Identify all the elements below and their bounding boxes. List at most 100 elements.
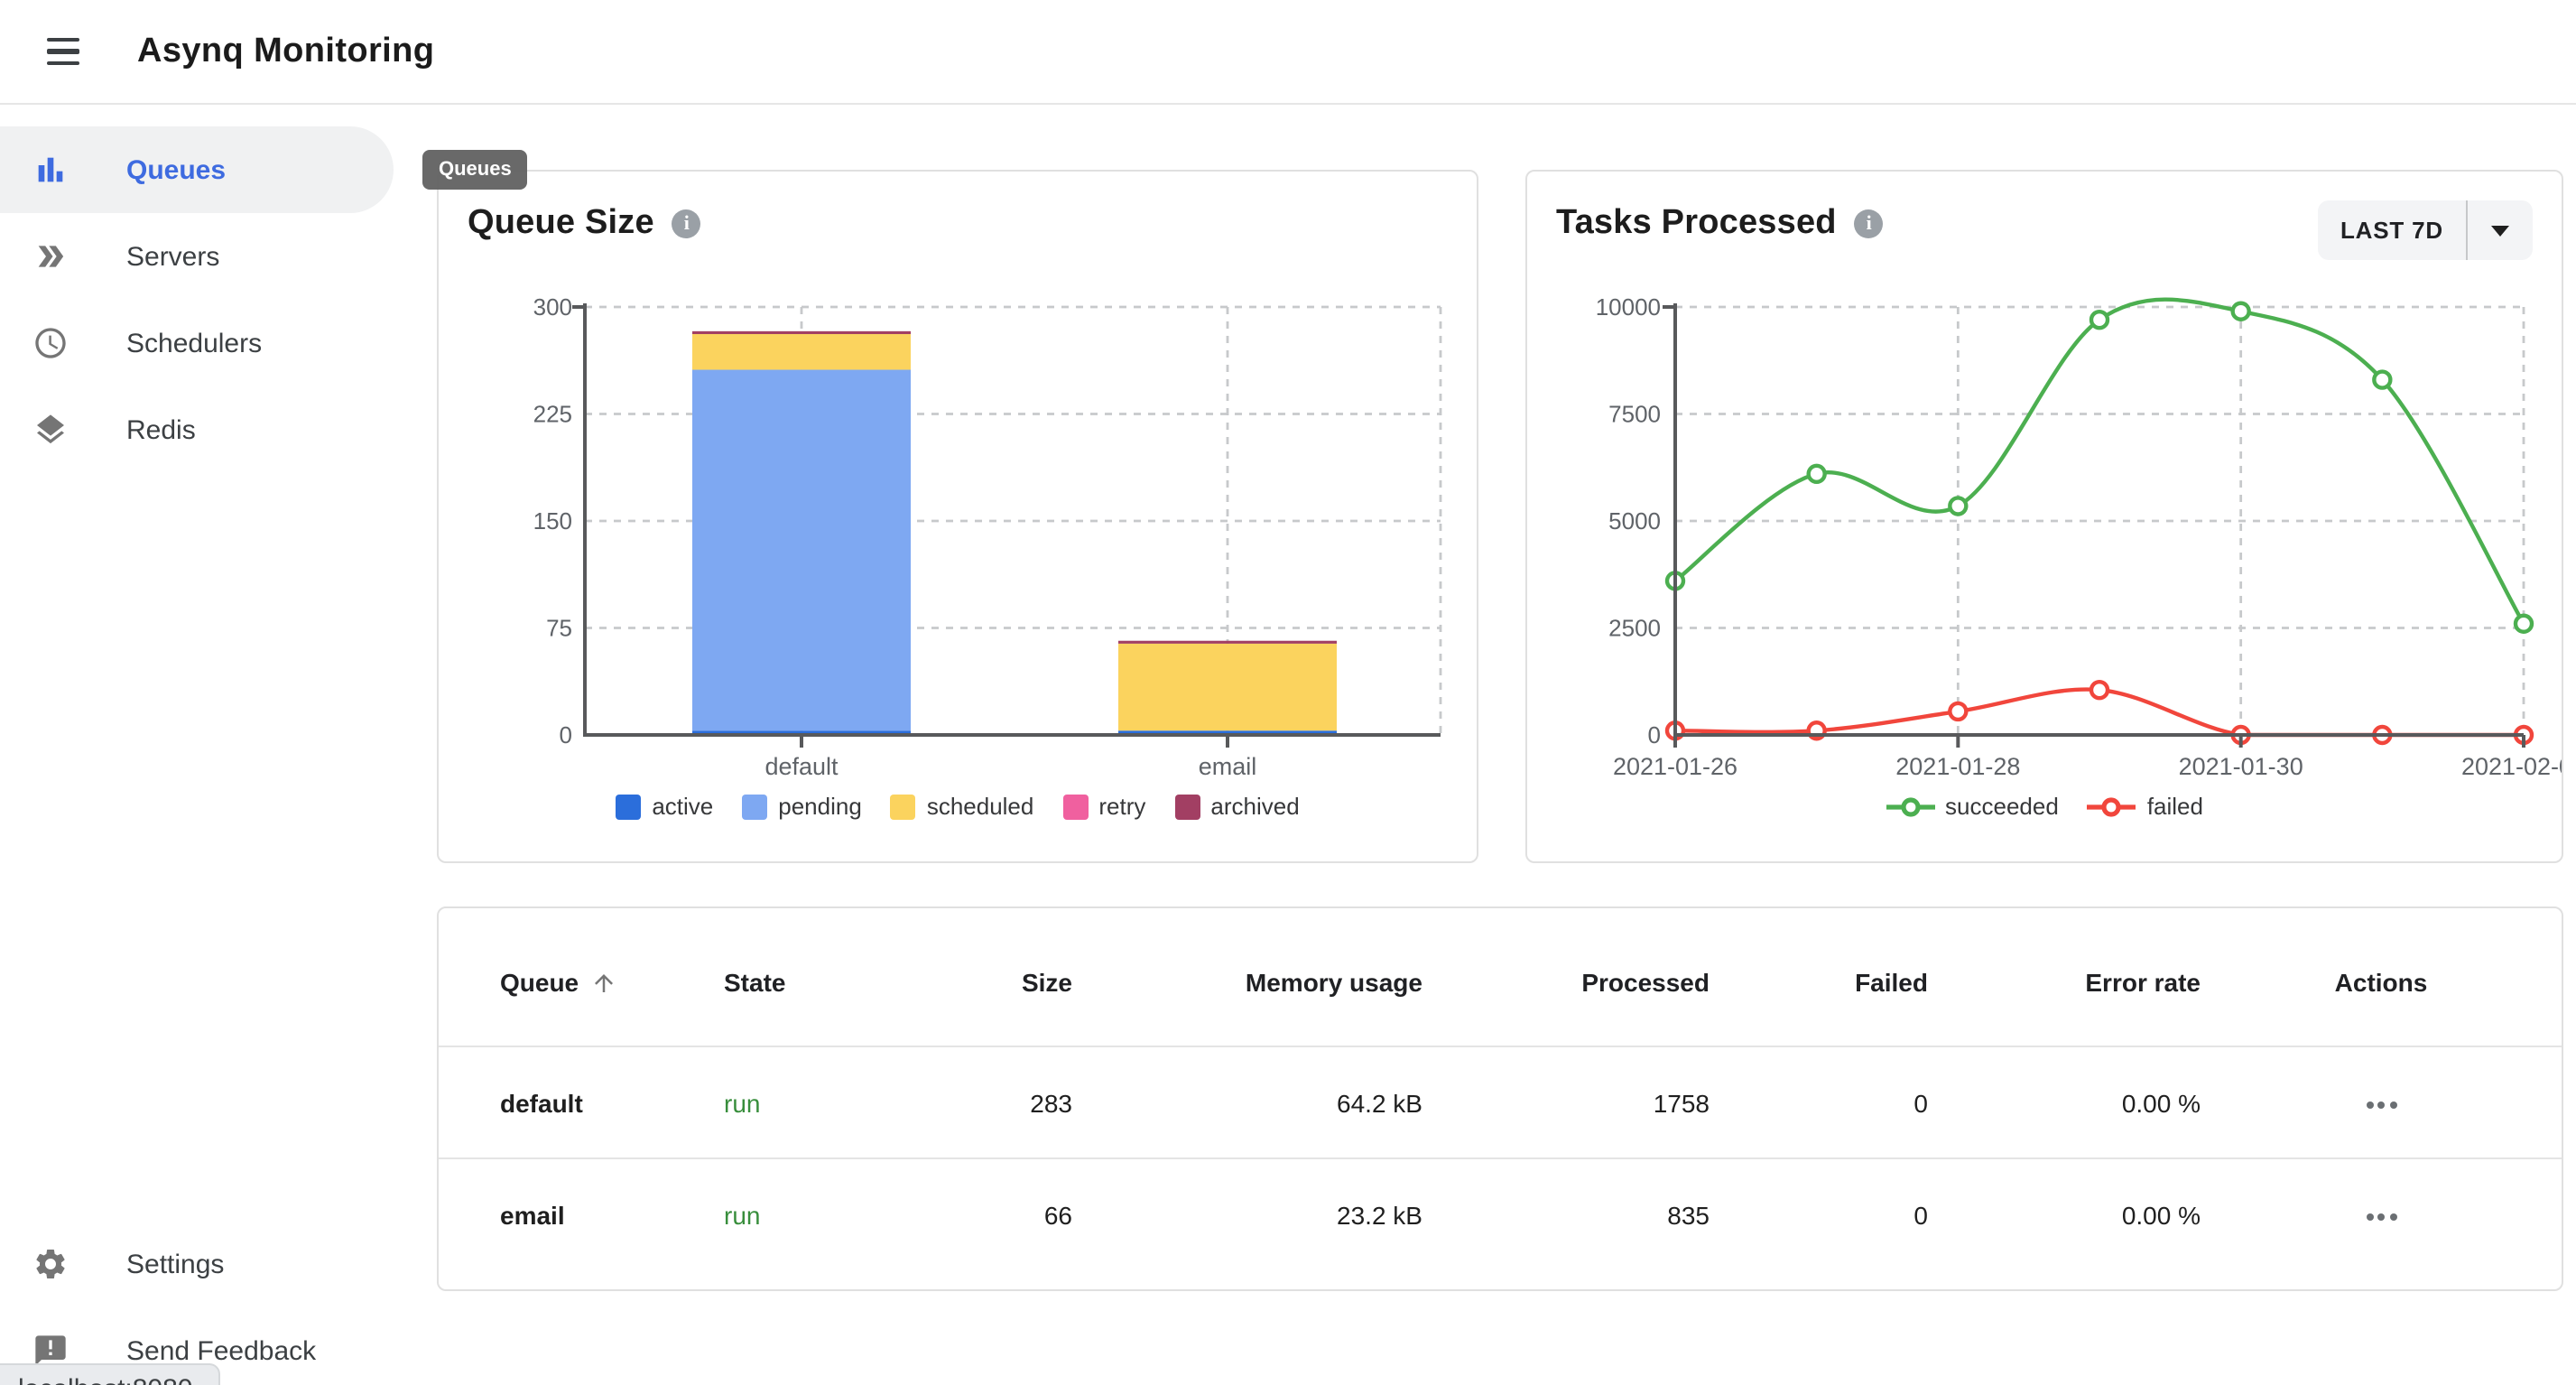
sidebar-footer-nav: Settings Send Feedback [0, 1221, 428, 1385]
tasks-card-header: Tasks Processed i [1556, 204, 1884, 244]
column-header-processed[interactable]: Processed [1422, 968, 1710, 997]
cell-memory: 23.2 kB [1072, 1200, 1422, 1229]
queue-size-card-header: Queue Size i [468, 204, 701, 244]
legend-item-retry[interactable]: retry [1062, 793, 1145, 820]
legend-item-active[interactable]: active [616, 793, 713, 820]
legend-swatch [742, 794, 767, 819]
sidebar-item-schedulers[interactable]: Schedulers [0, 300, 394, 386]
cell-state: run [724, 1088, 890, 1117]
svg-text:2021-01-30: 2021-01-30 [2179, 753, 2303, 780]
browser-status-url: localhost:8080 [0, 1363, 220, 1385]
cell-queue: default [500, 1088, 724, 1117]
cell-failed: 0 [1710, 1088, 1928, 1117]
cell-error_rate: 0.00 % [1928, 1088, 2201, 1117]
cell-processed: 835 [1422, 1200, 1710, 1229]
app-bar: Asynq Monitoring [0, 0, 2576, 105]
svg-text:5000: 5000 [1608, 507, 1661, 534]
sidebar-item-label: Settings [126, 1249, 224, 1279]
cell-failed: 0 [1710, 1200, 1928, 1229]
app-title: Asynq Monitoring [137, 32, 434, 71]
cell-processed: 1758 [1422, 1088, 1710, 1117]
queue-size-bar-chart: defaultemail075150225300 [439, 280, 1478, 789]
table-body: defaultrun28364.2 kB175800.00 %emailrun6… [439, 1046, 2562, 1269]
svg-text:2021-01-26: 2021-01-26 [1613, 753, 1737, 780]
sidebar-nav: Queues Servers Schedulers Redis [0, 126, 428, 473]
queue-size-title: Queue Size [468, 204, 654, 244]
queue-row-default[interactable]: defaultrun28364.2 kB175800.00 % [439, 1046, 2562, 1157]
tasks-processed-title: Tasks Processed [1556, 204, 1837, 244]
legend-item-succeeded[interactable]: succeeded [1886, 793, 2059, 820]
legend-item-failed[interactable]: failed [2088, 793, 2203, 820]
cell-actions [2201, 1085, 2562, 1120]
sidebar-item-servers[interactable]: Servers [0, 213, 394, 300]
tasks-processed-card: Tasks Processed i LAST 7D 02500500075001… [1525, 170, 2563, 863]
svg-text:default: default [764, 753, 839, 780]
sidebar-item-label: Queues [126, 154, 226, 185]
svg-text:225: 225 [533, 401, 572, 428]
cell-error_rate: 0.00 % [1928, 1200, 2201, 1229]
tasks-processed-line-chart: 0250050007500100002021-01-262021-01-2820… [1527, 280, 2563, 789]
column-header-memory-usage[interactable]: Memory usage [1072, 968, 1422, 997]
more-actions-icon[interactable] [2355, 1203, 2407, 1232]
column-header-size[interactable]: Size [890, 968, 1072, 997]
legend-label: succeeded [1945, 793, 2059, 820]
double-arrow-icon [32, 238, 69, 274]
legend-line-marker [1886, 795, 1934, 817]
legend-label: pending [778, 793, 862, 820]
sidebar-item-redis[interactable]: Redis [0, 386, 394, 473]
clock-icon [32, 325, 69, 361]
svg-text:0: 0 [1648, 721, 1661, 748]
date-range-label: LAST 7D [2318, 217, 2466, 244]
cell-actions [2201, 1197, 2562, 1232]
legend-item-scheduled[interactable]: scheduled [891, 793, 1034, 820]
queue-row-email[interactable]: emailrun6623.2 kB83500.00 % [439, 1157, 2562, 1269]
tasks-processed-legend: succeeded failed [1527, 793, 2562, 820]
gear-icon [32, 1246, 69, 1282]
queues-tooltip: Queues [422, 150, 528, 190]
cell-size: 283 [890, 1088, 1072, 1117]
svg-text:150: 150 [533, 507, 572, 534]
legend-swatch [891, 794, 916, 819]
legend-swatch [616, 794, 641, 819]
legend-item-pending[interactable]: pending [742, 793, 862, 820]
svg-text:2021-02-01: 2021-02-01 [2461, 753, 2563, 780]
info-icon[interactable]: i [672, 209, 701, 238]
sort-ascending-icon [589, 969, 616, 996]
info-icon[interactable]: i [1855, 209, 1884, 238]
sidebar-item-label: Send Feedback [126, 1335, 316, 1366]
sidebar-item-label: Schedulers [126, 328, 262, 358]
menu-hamburger-icon[interactable] [27, 15, 99, 88]
legend-label: active [652, 793, 713, 820]
svg-text:75: 75 [546, 615, 572, 642]
legend-swatch [1174, 794, 1200, 819]
cell-memory: 64.2 kB [1072, 1088, 1422, 1117]
sidebar-item-queues[interactable]: Queues [0, 126, 394, 213]
column-header-error-rate[interactable]: Error rate [1928, 968, 2201, 997]
date-range-button[interactable]: LAST 7D [2318, 200, 2533, 260]
svg-text:7500: 7500 [1608, 401, 1661, 428]
sidebar-item-label: Redis [126, 414, 196, 445]
legend-label: failed [2147, 793, 2203, 820]
svg-text:2021-01-28: 2021-01-28 [1895, 753, 2020, 780]
sidebar-item-label: Servers [126, 241, 219, 272]
column-header-state[interactable]: State [724, 968, 890, 997]
svg-text:10000: 10000 [1596, 293, 1661, 321]
more-actions-icon[interactable] [2355, 1091, 2407, 1120]
legend-label: retry [1098, 793, 1145, 820]
cell-queue: email [500, 1200, 724, 1229]
legend-swatch [1062, 794, 1088, 819]
queue-size-legend: active pending scheduled retry archived [439, 793, 1477, 820]
sidebar-item-settings[interactable]: Settings [0, 1221, 394, 1307]
legend-line-marker [2088, 795, 2136, 817]
column-header-failed[interactable]: Failed [1710, 968, 1928, 997]
svg-text:email: email [1199, 753, 1257, 780]
column-header-queue[interactable]: Queue [500, 968, 724, 997]
chevron-down-icon [2468, 225, 2533, 236]
column-header-actions[interactable]: Actions [2201, 968, 2562, 997]
legend-label: scheduled [927, 793, 1034, 820]
queues-table-card: QueueStateSizeMemory usageProcessedFaile… [437, 906, 2563, 1291]
legend-label: archived [1210, 793, 1299, 820]
legend-item-archived[interactable]: archived [1174, 793, 1299, 820]
svg-text:300: 300 [533, 293, 572, 321]
table-header-row: QueueStateSizeMemory usageProcessedFaile… [439, 908, 2562, 1046]
